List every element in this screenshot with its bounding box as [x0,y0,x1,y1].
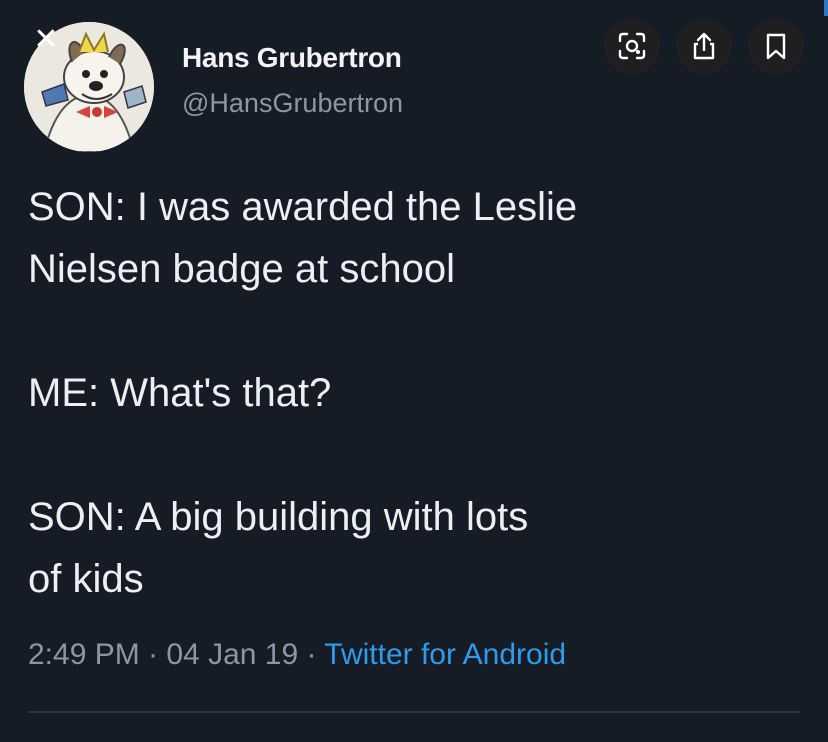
close-button[interactable]: ✕ [28,22,64,58]
share-icon [693,32,715,60]
tweet-line: Nielsen badge at school [28,247,455,291]
scroll-indicator [824,0,828,16]
lens-button[interactable] [604,18,660,74]
tweet-text: SON: I was awarded the Leslie Nielsen ba… [28,176,798,610]
author-handle[interactable]: @HansGrubertron [182,88,403,119]
tweet-timestamp[interactable]: 2:49 PM · 04 Jan 19 · [28,638,317,671]
author-name[interactable]: Hans Grubertron [182,42,402,74]
share-button[interactable] [676,18,732,74]
tweet-line: SON: I was awarded the Leslie [28,185,578,229]
tweet-meta: 2:49 PM · 04 Jan 19 · Twitter for Androi… [28,638,566,672]
close-icon: ✕ [33,22,59,57]
tweet-line: of kids [28,557,144,601]
tweet-source-link[interactable]: Twitter for Android [324,638,566,671]
lens-icon [618,32,646,60]
bookmark-button[interactable] [748,18,804,74]
bookmark-icon [766,33,786,60]
tweet-line: ME: What's that? [28,371,332,415]
viewer-actions [604,18,804,74]
tweet-line: SON: A big building with lots [28,495,529,539]
divider [28,711,800,713]
